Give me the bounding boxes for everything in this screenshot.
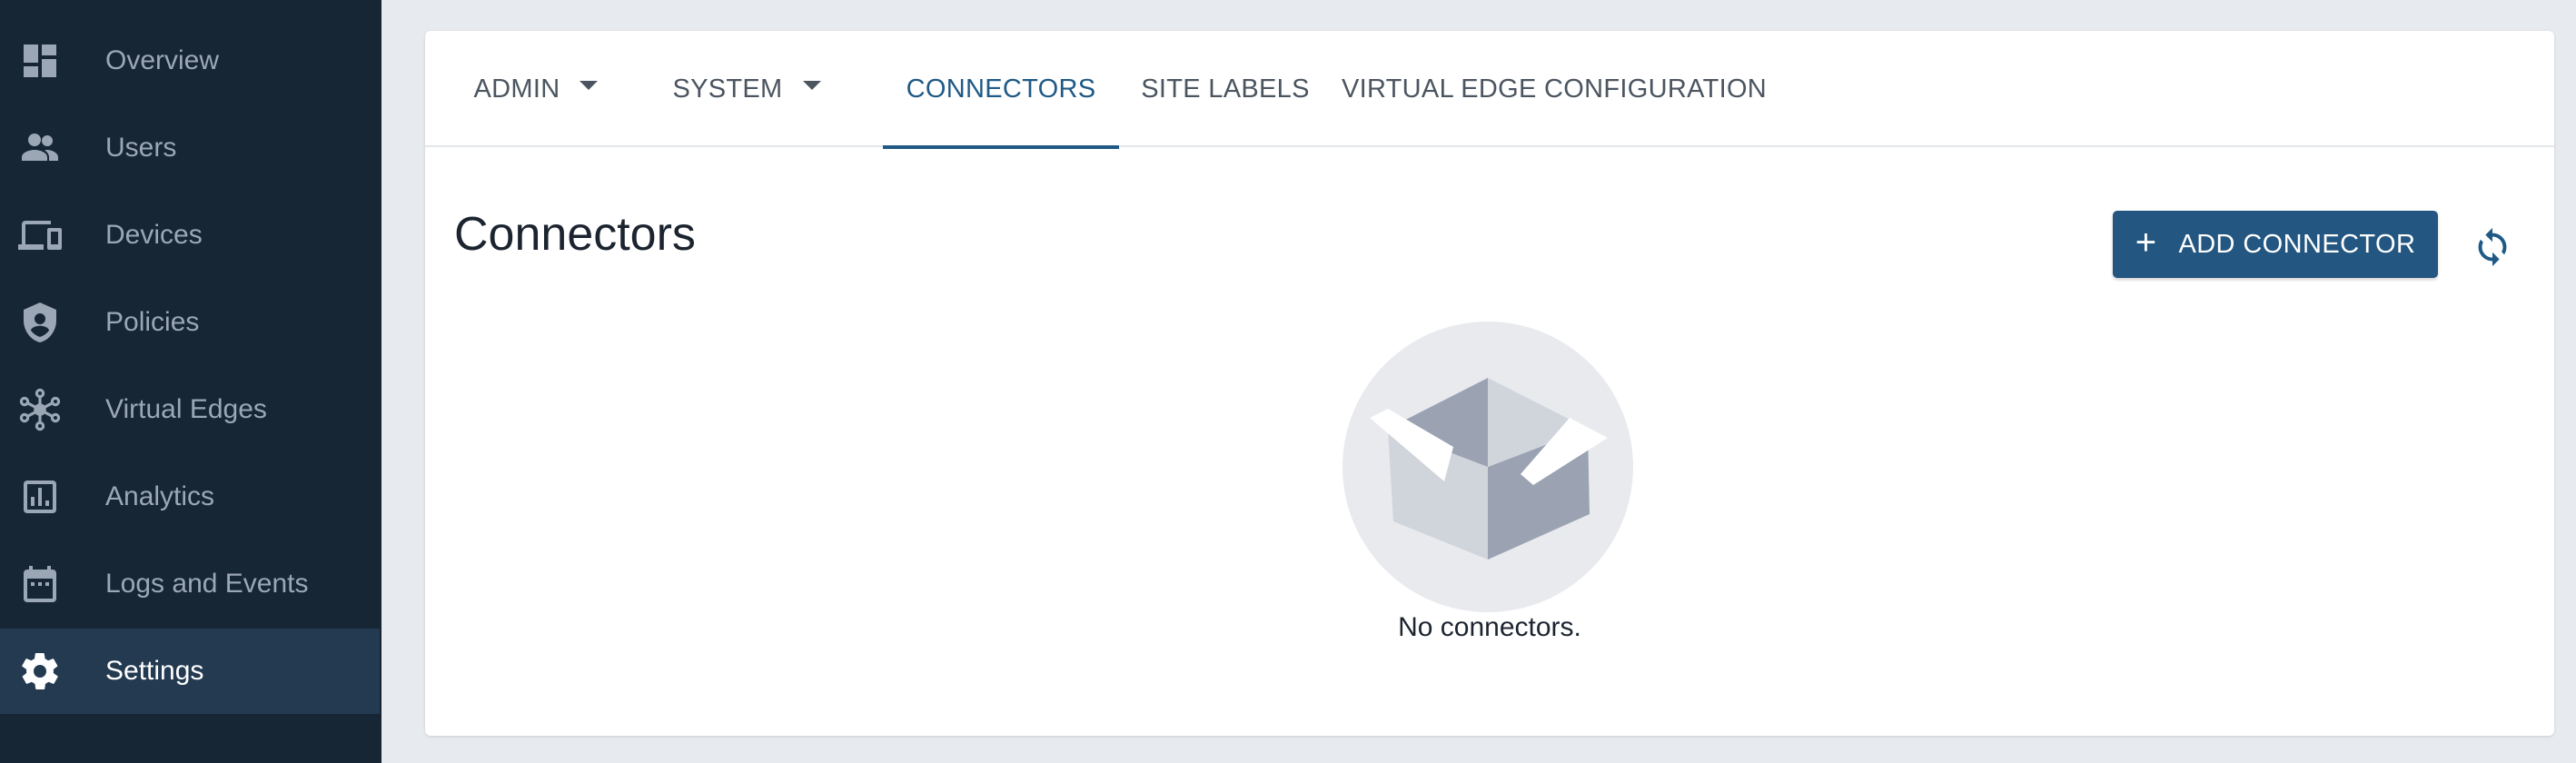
tab-virtual-edge-configuration[interactable]: VIRTUAL EDGE CONFIGURATION (1341, 31, 1768, 147)
page-title: Connectors (454, 208, 696, 261)
sidebar-item-label: Overview (105, 45, 220, 75)
tab-label: SITE LABELS (1141, 74, 1310, 104)
gear-icon (18, 649, 62, 693)
sidebar-item-label: Settings (105, 656, 204, 686)
devices-icon (18, 213, 62, 257)
dashboard-icon (18, 39, 62, 83)
sidebar-item-label: Logs and Events (105, 569, 309, 599)
plus-icon: + (2135, 223, 2157, 263)
sidebar-item-label: Devices (105, 220, 203, 250)
app-root: Overview Users Devices Policies Virtual … (0, 0, 2576, 763)
sidebar-item-label: Analytics (105, 481, 215, 511)
empty-box-illustration (1342, 322, 1633, 612)
tab-label: VIRTUAL EDGE CONFIGURATION (1341, 74, 1768, 104)
main-card: ADMIN SYSTEM CONNECTORS SITE LABELS VIRT… (425, 31, 2554, 736)
shield-icon (18, 301, 62, 344)
sidebar-item-label: Policies (105, 307, 200, 337)
network-icon (18, 388, 62, 431)
caret-down-icon (802, 81, 821, 90)
refresh-button[interactable] (2467, 222, 2518, 272)
add-connector-button[interactable]: + ADD CONNECTOR (2113, 211, 2438, 278)
sidebar-item-settings[interactable]: Settings (0, 629, 380, 714)
tab-label: ADMIN (473, 74, 560, 104)
analytics-icon (18, 475, 62, 519)
tab-label: SYSTEM (672, 74, 783, 104)
empty-state-message: No connectors. (1398, 612, 1581, 642)
tab-system[interactable]: SYSTEM (658, 31, 836, 147)
users-icon (18, 126, 62, 170)
sidebar-item-virtual-edges[interactable]: Virtual Edges (0, 367, 380, 452)
sidebar-item-overview[interactable]: Overview (0, 18, 380, 104)
calendar-icon (18, 562, 62, 606)
sidebar-item-users[interactable]: Users (0, 105, 380, 191)
tab-admin[interactable]: ADMIN (454, 31, 618, 147)
sidebar: Overview Users Devices Policies Virtual … (0, 0, 381, 763)
refresh-icon (2478, 227, 2507, 267)
tab-connectors[interactable]: CONNECTORS (883, 31, 1119, 149)
add-connector-label: ADD CONNECTOR (2178, 229, 2416, 259)
sidebar-item-label: Virtual Edges (105, 394, 267, 424)
sidebar-item-analytics[interactable]: Analytics (0, 454, 380, 540)
tab-label: CONNECTORS (906, 74, 1096, 104)
sidebar-item-policies[interactable]: Policies (0, 280, 380, 365)
sidebar-item-logs-and-events[interactable]: Logs and Events (0, 541, 380, 627)
caret-down-icon (580, 81, 599, 90)
tab-site-labels[interactable]: SITE LABELS (1139, 31, 1312, 147)
tab-bar: ADMIN SYSTEM CONNECTORS SITE LABELS VIRT… (425, 31, 2554, 149)
sidebar-item-devices[interactable]: Devices (0, 193, 380, 278)
sidebar-item-label: Users (105, 133, 177, 163)
